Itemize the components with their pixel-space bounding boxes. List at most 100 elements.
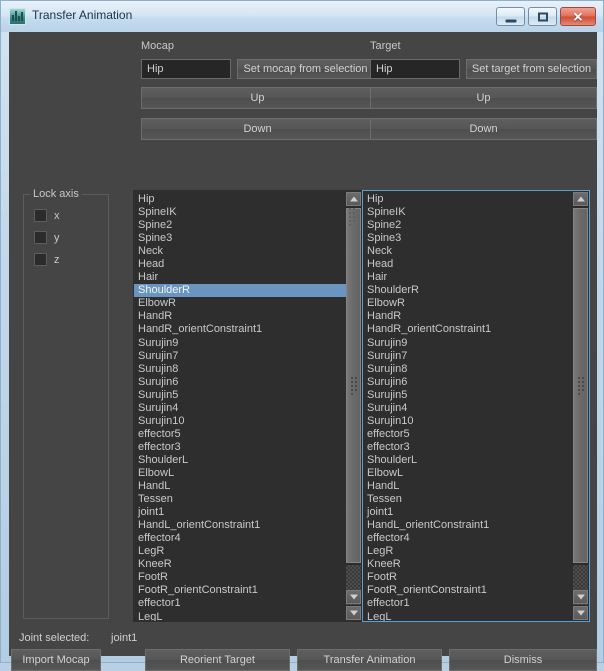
checkbox-x[interactable] [34, 209, 47, 222]
list-item[interactable]: Spine3 [134, 232, 346, 245]
list-item[interactable]: Spine3 [363, 232, 573, 245]
dismiss-button[interactable]: Dismiss [449, 649, 597, 671]
list-item[interactable]: Surujin4 [363, 402, 573, 415]
target-scroll-up-button[interactable] [573, 192, 588, 206]
list-item[interactable]: FootR [363, 571, 573, 584]
list-item[interactable]: Neck [363, 245, 573, 258]
target-down-button[interactable]: Down [370, 118, 597, 140]
list-item[interactable]: ElbowL [363, 467, 573, 480]
list-item[interactable]: HandR_orientConstraint1 [363, 323, 573, 336]
list-item[interactable]: Surujin9 [134, 337, 346, 350]
list-item[interactable]: Surujin10 [134, 415, 346, 428]
list-item[interactable]: HandR_orientConstraint1 [134, 323, 346, 336]
transfer-animation-button[interactable]: Transfer Animation [297, 649, 442, 671]
mocap-scroll-down-button-2[interactable] [346, 606, 361, 620]
target-list-items[interactable]: Hip SpineIK Spine2 Spine3 Neck Head Hair Should… [363, 193, 573, 622]
list-item[interactable]: effector5 [134, 428, 346, 441]
list-item[interactable]: Hair [363, 271, 573, 284]
list-item[interactable]: Surujin7 [134, 350, 346, 363]
lock-axis-x-row[interactable]: x [34, 209, 60, 222]
list-item[interactable]: KneeR [134, 558, 346, 571]
list-item[interactable]: SpineIK [134, 206, 346, 219]
lock-axis-y-row[interactable]: y [34, 231, 60, 244]
list-item[interactable]: effector4 [134, 532, 346, 545]
target-scrollbar[interactable] [573, 192, 588, 620]
list-item[interactable]: ShoulderR [134, 284, 346, 298]
list-item[interactable]: joint1 [134, 506, 346, 519]
list-item[interactable]: Surujin10 [363, 415, 573, 428]
list-item[interactable]: HandL [134, 480, 346, 493]
target-scroll-down-button[interactable] [573, 590, 588, 604]
mocap-scroll-down-button[interactable] [346, 590, 361, 604]
list-item[interactable]: effector3 [134, 441, 346, 454]
list-item[interactable]: ElbowL [134, 467, 346, 480]
list-item[interactable]: Head [134, 258, 346, 271]
list-item[interactable]: HandR [134, 310, 346, 323]
list-item[interactable]: Surujin6 [134, 376, 346, 389]
mocap-list[interactable]: Hip SpineIK Spine2 Spine3 Neck Head Hair Should… [133, 190, 363, 622]
lock-axis-z-row[interactable]: z [34, 253, 60, 266]
list-item[interactable]: KneeR [363, 558, 573, 571]
target-list[interactable]: Hip SpineIK Spine2 Spine3 Neck Head Hair Should… [362, 190, 590, 622]
list-item[interactable]: LegR [134, 545, 346, 558]
list-item[interactable]: Surujin9 [363, 337, 573, 350]
list-item[interactable]: LegL [134, 611, 346, 622]
list-item[interactable]: FootR_orientConstraint1 [363, 584, 573, 597]
mocap-up-button[interactable]: Up [141, 87, 374, 109]
title-bar[interactable]: Transfer Animation ✕ [1, 1, 603, 32]
list-item[interactable]: effector4 [363, 532, 573, 545]
list-item[interactable]: Surujin5 [363, 389, 573, 402]
list-item[interactable]: Hair [134, 271, 346, 284]
list-item[interactable]: Hip [134, 193, 346, 206]
list-item[interactable]: ShoulderL [134, 454, 346, 467]
list-item[interactable]: Surujin8 [363, 363, 573, 376]
import-mocap-button[interactable]: Import Mocap [11, 649, 101, 671]
list-item[interactable]: FootR [134, 571, 346, 584]
list-item[interactable]: HandR [363, 310, 573, 323]
minimize-button[interactable] [496, 7, 525, 26]
list-item[interactable]: ElbowR [134, 297, 346, 310]
list-item[interactable]: Head [363, 258, 573, 271]
list-item[interactable]: Surujin6 [363, 376, 573, 389]
maximize-button[interactable] [528, 7, 557, 26]
list-item[interactable]: FootR_orientConstraint1 [134, 584, 346, 597]
list-item[interactable]: HandL [363, 480, 573, 493]
list-item[interactable]: effector3 [363, 441, 573, 454]
list-item[interactable]: effector1 [134, 597, 346, 610]
set-mocap-from-selection-button[interactable]: Set mocap from selection [237, 59, 374, 79]
list-item[interactable]: Surujin5 [134, 389, 346, 402]
mocap-down-button[interactable]: Down [141, 118, 374, 140]
list-item[interactable]: effector5 [363, 428, 573, 441]
target-scrollbar-thumb[interactable] [573, 208, 588, 563]
list-item[interactable]: LegR [363, 545, 573, 558]
list-item[interactable]: SpineIK [363, 206, 573, 219]
list-item[interactable]: ElbowR [363, 297, 573, 310]
target-field[interactable]: Hip [370, 59, 460, 79]
mocap-list-items[interactable]: Hip SpineIK Spine2 Spine3 Neck Head Hair Should… [134, 193, 346, 622]
list-item[interactable]: Tessen [363, 493, 573, 506]
target-up-button[interactable]: Up [370, 87, 597, 109]
mocap-field[interactable]: Hip [141, 59, 231, 79]
list-item[interactable]: HandL_orientConstraint1 [134, 519, 346, 532]
list-item[interactable]: Tessen [134, 493, 346, 506]
list-item[interactable]: Neck [134, 245, 346, 258]
mocap-scrollbar-thumb[interactable] [346, 208, 361, 563]
list-item[interactable]: joint1 [363, 506, 573, 519]
checkbox-y[interactable] [34, 231, 47, 244]
close-button[interactable]: ✕ [560, 7, 596, 26]
list-item[interactable]: HandL_orientConstraint1 [363, 519, 573, 532]
list-item[interactable]: LegL [363, 611, 573, 622]
list-item[interactable]: effector1 [363, 597, 573, 610]
list-item[interactable]: Surujin7 [363, 350, 573, 363]
list-item[interactable]: Spine2 [363, 219, 573, 232]
checkbox-z[interactable] [34, 253, 47, 266]
list-item[interactable]: Surujin4 [134, 402, 346, 415]
list-item[interactable]: Hip [363, 193, 573, 206]
list-item[interactable]: ShoulderR [363, 284, 573, 297]
set-target-from-selection-button[interactable]: Set target from selection [466, 59, 597, 79]
mocap-scroll-up-button[interactable] [346, 192, 361, 206]
list-item[interactable]: Surujin8 [134, 363, 346, 376]
list-splitter-handle[interactable] [348, 207, 357, 227]
mocap-scrollbar[interactable] [346, 192, 361, 620]
list-item[interactable]: ShoulderL [363, 454, 573, 467]
